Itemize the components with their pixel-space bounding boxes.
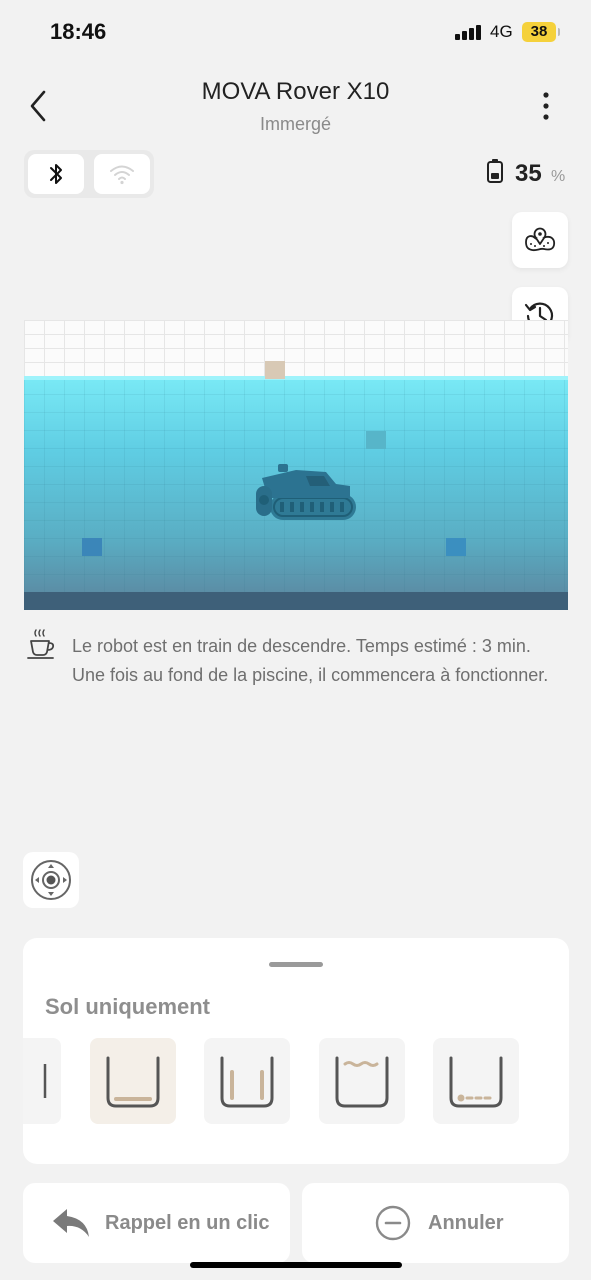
map-button[interactable] bbox=[512, 212, 568, 268]
floor-path-icon bbox=[449, 1056, 503, 1108]
robot-battery-unit: % bbox=[551, 168, 566, 185]
pool-tile bbox=[446, 538, 466, 556]
walls-floor-icon bbox=[220, 1056, 274, 1108]
wifi-button[interactable] bbox=[94, 154, 150, 194]
pool-floor bbox=[24, 592, 568, 610]
more-options-button[interactable] bbox=[532, 90, 560, 122]
mode-option-partial[interactable] bbox=[23, 1038, 61, 1124]
bluetooth-icon bbox=[50, 164, 62, 184]
cancel-label: Annuler bbox=[428, 1212, 504, 1234]
network-type: 4G bbox=[490, 22, 513, 41]
mode-title: Sol uniquement bbox=[45, 994, 210, 1019]
cellular-signal-icon bbox=[455, 24, 483, 40]
pool-tile bbox=[366, 431, 386, 449]
page-title: MOVA Rover X10 bbox=[201, 78, 390, 105]
phone-battery-level: 38 bbox=[522, 22, 560, 42]
robot-icon bbox=[256, 464, 356, 520]
recall-label: Rappel en un clic bbox=[105, 1212, 270, 1234]
one-click-recall-button[interactable]: Rappel en un clic bbox=[23, 1183, 290, 1263]
return-arrow-icon bbox=[53, 1209, 89, 1237]
status-bar: 18:46 4G 38 bbox=[0, 0, 591, 64]
bluetooth-button[interactable] bbox=[28, 154, 84, 194]
more-vertical-icon bbox=[543, 92, 549, 120]
drag-handle[interactable] bbox=[269, 962, 323, 967]
robot-status: Immergé bbox=[259, 114, 331, 134]
cancel-button[interactable]: Annuler bbox=[302, 1183, 569, 1263]
cleaning-mode-panel: Sol uniquement bbox=[23, 938, 569, 1164]
waterline-icon bbox=[335, 1056, 389, 1108]
pool-wall bbox=[24, 320, 568, 376]
home-indicator bbox=[190, 1262, 402, 1268]
remote-control-button[interactable] bbox=[23, 852, 79, 908]
robot-battery-value: 35 bbox=[515, 160, 542, 187]
joystick-icon bbox=[31, 860, 71, 900]
battery-icon bbox=[487, 159, 503, 183]
mode-option-waterline[interactable] bbox=[319, 1038, 405, 1124]
wifi-icon bbox=[110, 165, 134, 185]
coffee-cup-icon bbox=[27, 629, 55, 659]
mode-option-floor-only[interactable] bbox=[90, 1038, 176, 1124]
status-message: Le robot est en train de descendre. Temp… bbox=[72, 636, 549, 685]
mode-option-floor-path[interactable] bbox=[433, 1038, 519, 1124]
wall-line-icon bbox=[43, 1064, 47, 1098]
pool-tile bbox=[82, 538, 102, 556]
mode-option-walls-floor[interactable] bbox=[204, 1038, 290, 1124]
pool-view bbox=[24, 320, 568, 610]
minus-circle-icon bbox=[375, 1205, 411, 1241]
map-pin-icon bbox=[525, 227, 556, 252]
pool-tile bbox=[265, 361, 285, 379]
floor-only-icon bbox=[106, 1056, 160, 1108]
connection-toggle bbox=[24, 150, 154, 198]
status-time: 18:46 bbox=[50, 19, 107, 44]
